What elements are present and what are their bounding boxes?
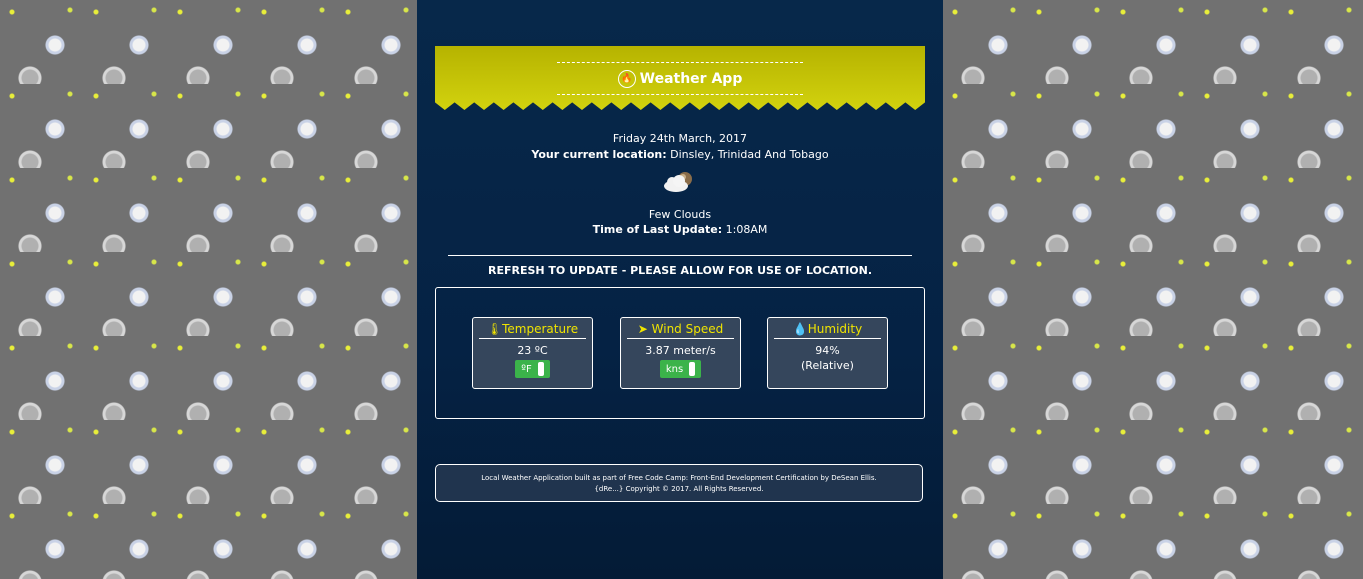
app-title: 🔥 Weather App — [435, 70, 925, 88]
wind-title: Wind Speed — [651, 322, 724, 336]
update-value: 1:08AM — [725, 223, 768, 236]
toggle-knob — [689, 362, 696, 376]
few-clouds-icon — [664, 172, 692, 192]
temperature-value: 23 ºC — [517, 344, 548, 357]
temperature-header: 🌡Temperature — [479, 322, 586, 339]
footer: Local Weather Application built as part … — [435, 464, 923, 502]
droplet-icon: 💧 — [792, 322, 808, 336]
current-date: Friday 24th March, 2017 — [612, 132, 748, 145]
weather-condition: Few Clouds — [648, 208, 712, 221]
current-location: Your current location: Dinsley, Trinidad… — [417, 148, 943, 161]
temperature-card: 🌡Temperature 23 ºC ºF — [472, 317, 593, 389]
app-banner: 🔥 Weather App — [435, 46, 925, 110]
metrics-box: 🌡Temperature 23 ºC ºF ➤ Wind Speed 3.87 … — [435, 287, 925, 419]
weather-panel: 🔥 Weather App Friday 24th March, 2017 You… — [417, 0, 943, 579]
paper-plane-icon: ➤ — [637, 322, 648, 336]
location-label: Your current location: — [531, 148, 667, 161]
location-value: Dinsley, Trinidad And Tobago — [670, 148, 829, 161]
humidity-card: 💧Humidity 94% (Relative) — [767, 317, 888, 389]
banner-divider-top — [557, 62, 803, 63]
refresh-notice: REFRESH TO UPDATE - PLEASE ALLOW FOR USE… — [487, 264, 873, 277]
wind-toggle-label: kns — [665, 364, 684, 375]
humidity-value: 94% — [815, 344, 840, 357]
app-title-text: Weather App — [639, 71, 743, 87]
humidity-note: (Relative) — [801, 359, 854, 372]
wind-unit-toggle[interactable]: kns — [659, 360, 702, 378]
humidity-header: 💧Humidity — [774, 322, 881, 339]
update-label: Time of Last Update: — [592, 223, 723, 236]
footer-copyright: {dRe...} Copyright © 2017. All Rights Re… — [594, 485, 764, 493]
background-pattern-right — [943, 0, 1363, 579]
temperature-toggle-label: ºF — [521, 364, 532, 375]
fire-icon: 🔥 — [617, 70, 636, 88]
wind-value: 3.87 meter/s — [645, 344, 716, 357]
thermometer-icon: 🌡 — [486, 322, 503, 336]
divider — [448, 255, 912, 256]
temperature-unit-toggle[interactable]: ºF — [515, 360, 550, 378]
wind-card: ➤ Wind Speed 3.87 meter/s kns — [620, 317, 741, 389]
humidity-title: Humidity — [807, 322, 863, 336]
wind-header: ➤ Wind Speed — [627, 322, 734, 339]
footer-credit: Local Weather Application built as part … — [481, 474, 877, 482]
last-update: Time of Last Update: 1:08AM — [417, 223, 943, 236]
background-pattern-left — [0, 0, 417, 579]
banner-divider-bottom — [557, 94, 803, 95]
temperature-title: Temperature — [502, 322, 579, 336]
toggle-knob — [537, 362, 544, 376]
